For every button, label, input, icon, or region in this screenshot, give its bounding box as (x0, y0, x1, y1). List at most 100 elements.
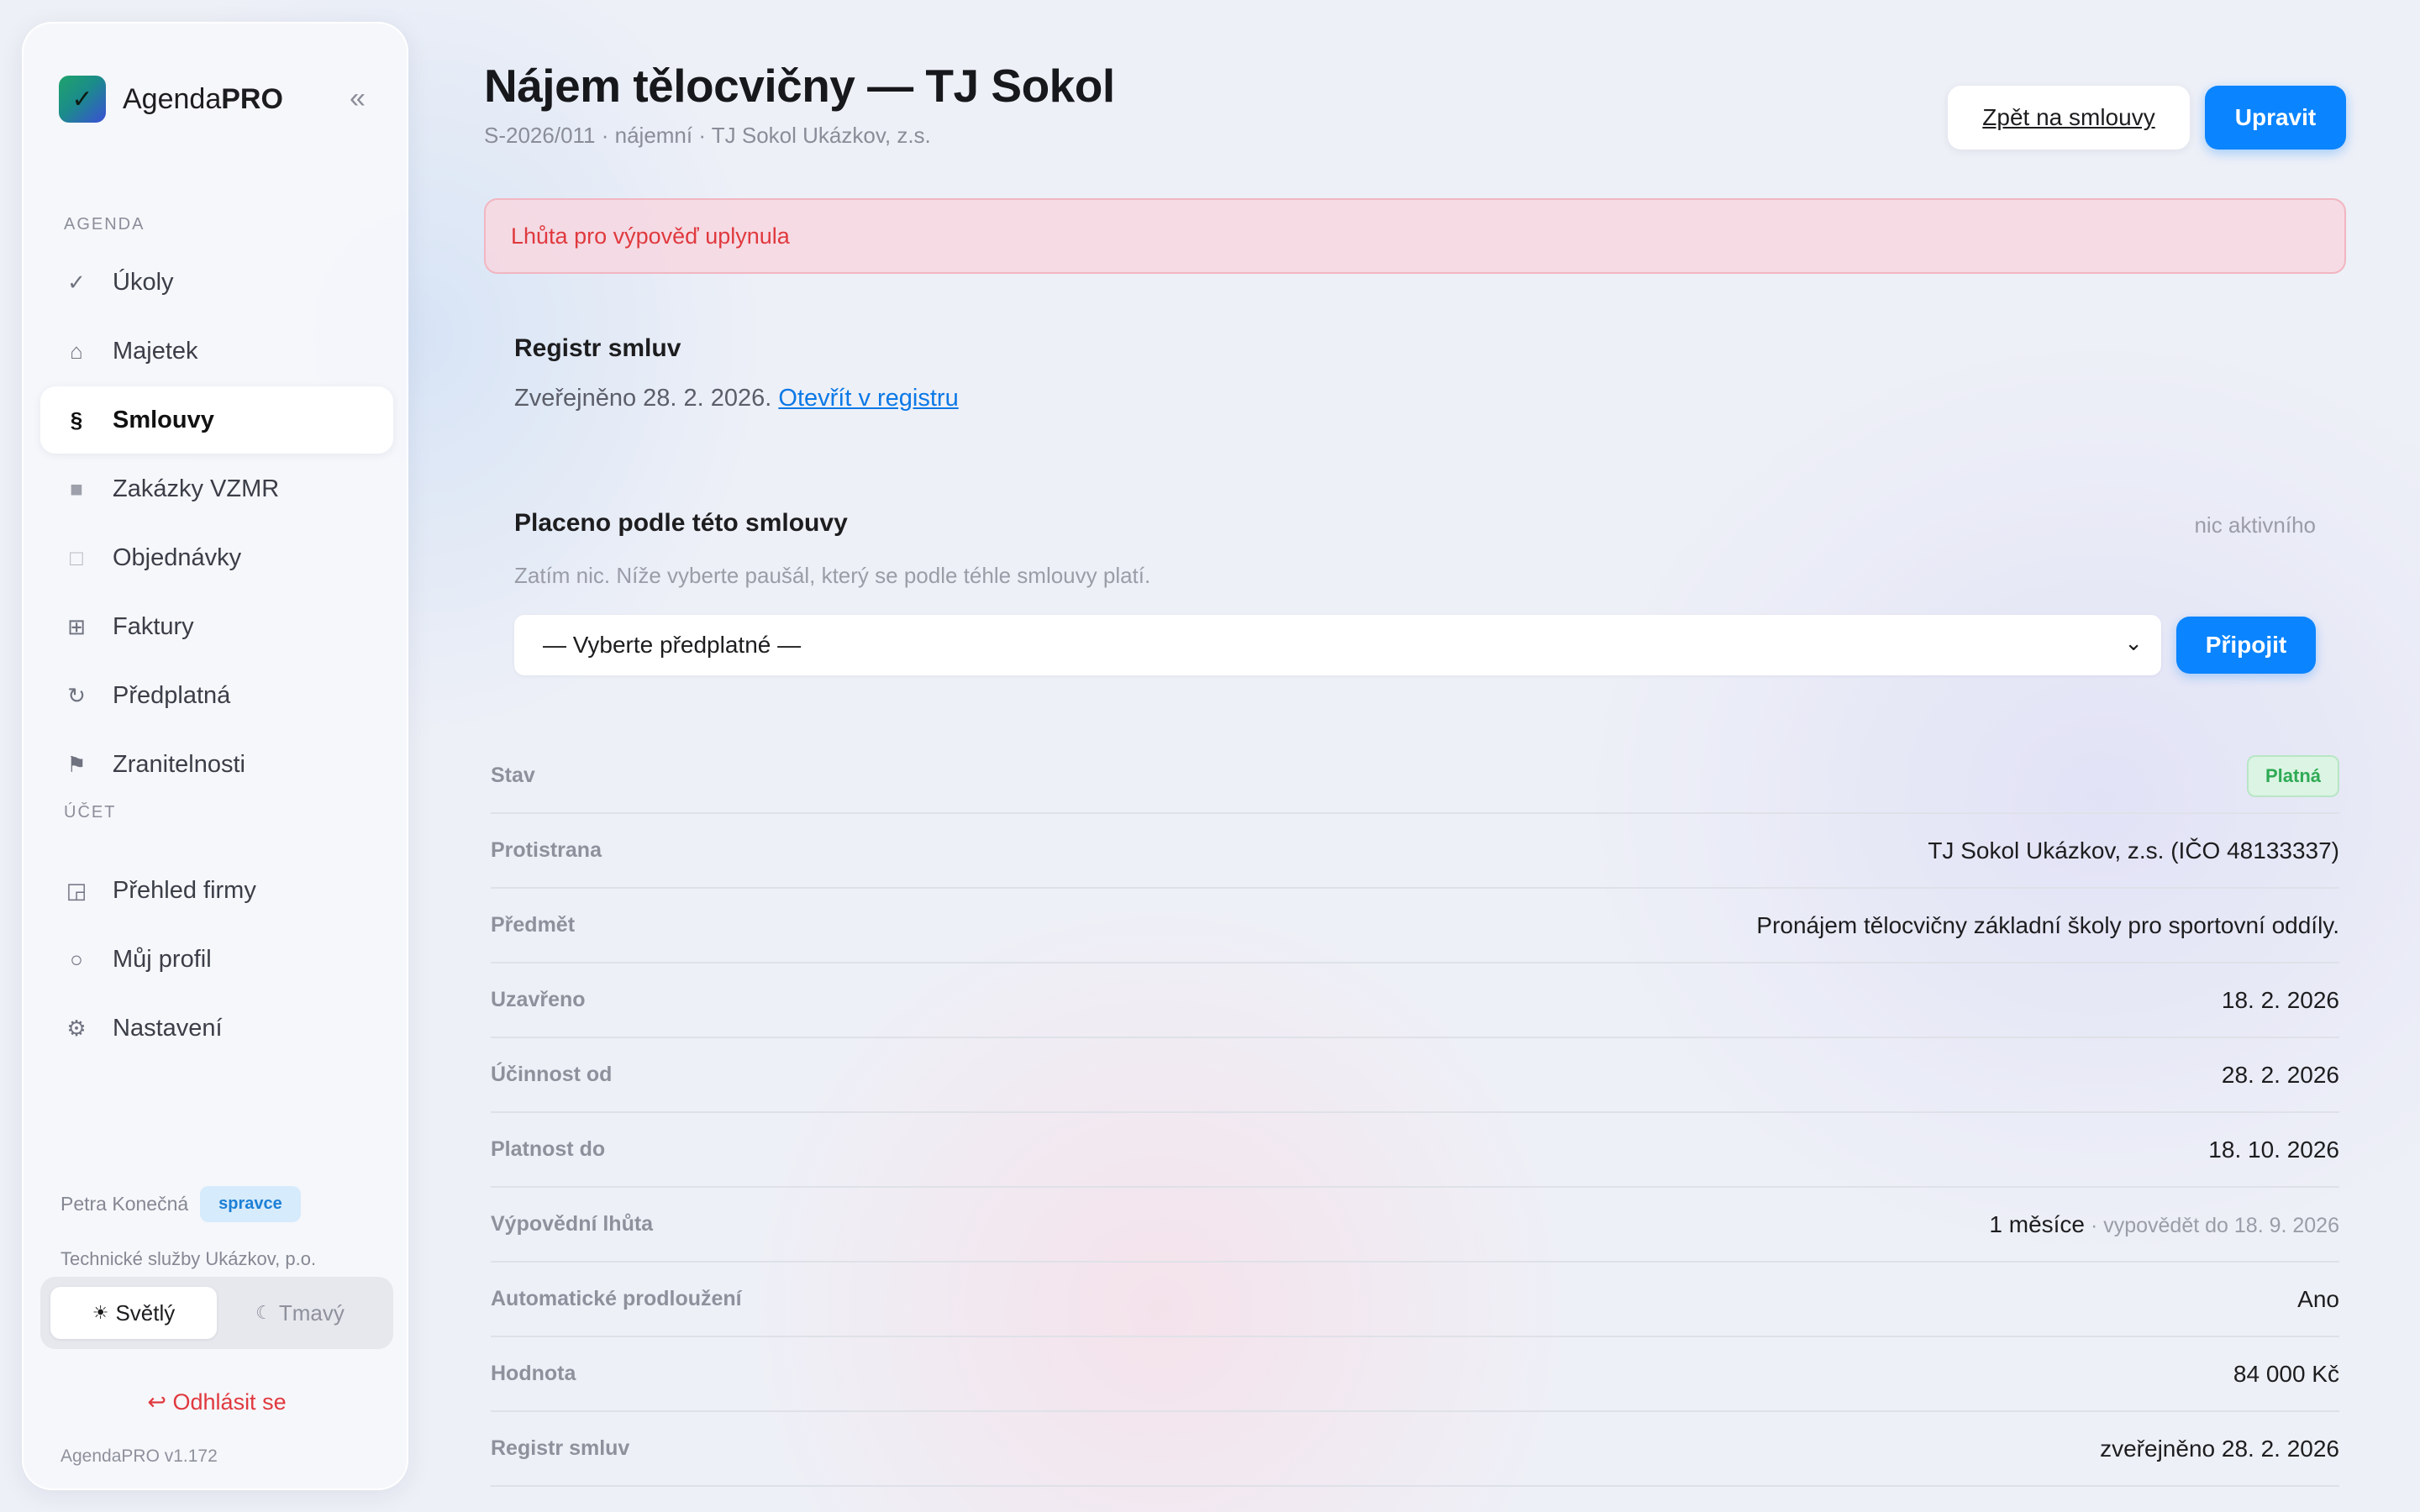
sidebar-item-label: Zakázky VZMR (113, 475, 280, 502)
moon-icon: ☾ (255, 1302, 272, 1323)
status-badge: Platná (2246, 754, 2339, 797)
detail-value-text: TJ Sokol Ukázkov, z.s. (IČO 48133337) (1928, 837, 2339, 864)
detail-label: Protistrana (491, 838, 602, 862)
filled-square-icon: ■ (70, 475, 83, 501)
registry-title: Registr smluv (514, 334, 681, 362)
table-row: Výpovědní lhůta 1 měsíce · vypovědět do 1… (491, 1188, 2339, 1263)
detail-label: Automatické prodloužení (491, 1287, 742, 1310)
theme-toggle: ☀ Světlý ☾ Tmavý (40, 1277, 393, 1349)
section-label-account: ÚČET (64, 803, 117, 822)
detail-label: Výpovědní lhůta (491, 1212, 654, 1236)
square-icon: □ (70, 544, 83, 570)
sidebar-item-prehled-firmy[interactable]: ◲ Přehled firmy (40, 857, 393, 924)
check-icon: ✓ (67, 269, 86, 295)
attach-button[interactable]: Připojit (2176, 617, 2316, 674)
detail-value: 18. 10. 2026 (2208, 1137, 2339, 1163)
detail-value: 1 měsíce · vypovědět do 18. 9. 2026 (1989, 1211, 2339, 1238)
collapse-sidebar-icon[interactable]: « (350, 84, 366, 113)
chevron-down-icon: ⌄ (2124, 630, 2143, 655)
sidebar-item-label: Nastavení (113, 1014, 223, 1042)
brand[interactable]: ✓ AgendaPRO (59, 76, 283, 123)
sidebar-item-muj-profil[interactable]: ○ Můj profil (40, 926, 393, 993)
table-row: Registr smluv zveřejněno 28. 2. 2026 (491, 1412, 2339, 1487)
detail-value: 18. 2. 2026 (2222, 987, 2339, 1014)
detail-value: Pronájem tělocvičny základní školy pro s… (1756, 912, 2339, 939)
theme-light-button[interactable]: ☀ Světlý (50, 1287, 217, 1339)
detail-value: Ano (2297, 1286, 2339, 1313)
sidebar-item-label: Přehled firmy (113, 876, 256, 904)
sidebar-item-ukoly[interactable]: ✓ Úkoly (40, 249, 393, 316)
page-subtitle: S-2026/011 · nájemní · TJ Sokol Ukázkov,… (484, 123, 931, 148)
sidebar-item-label: Můj profil (113, 945, 212, 973)
profile-circle-icon: ○ (70, 946, 83, 972)
detail-value-text: Pronájem tělocvičny základní školy pro s… (1756, 911, 2339, 938)
subscription-select-value: — Vyberte předplatné — (543, 632, 802, 658)
open-in-registry-link[interactable]: Otevřít v registru (778, 385, 958, 412)
home-icon: ⌂ (70, 338, 83, 364)
section-label-agenda: AGENDA (64, 215, 145, 234)
sun-icon: ☀ (92, 1302, 109, 1323)
detail-value-text: 28. 2. 2026 (2221, 1061, 2339, 1088)
sidebar-item-label: Smlouvy (113, 406, 214, 433)
detail-value-text: 18. 2. 2026 (2221, 986, 2339, 1013)
paid-title: Placeno podle této smlouvy (514, 509, 848, 537)
table-row: Uzavřeno 18. 2. 2026 (491, 963, 2339, 1038)
paid-hint: Zatím nic. Níže vyberte paušál, který se… (514, 563, 1151, 588)
sidebar-item-nastaveni[interactable]: ⚙ Nastavení (40, 995, 393, 1062)
sidebar-item-faktury[interactable]: ⊞ Faktury (40, 593, 393, 660)
registry-published-text: Zveřejněno 28. 2. 2026. (514, 385, 772, 412)
detail-label: Platnost do (491, 1137, 606, 1161)
theme-dark-label: Tmavý (278, 1299, 345, 1326)
detail-row-status: Stav Platná (491, 739, 2339, 814)
section-sign-icon: § (70, 407, 83, 433)
table-row: Účinnost od 28. 2. 2026 (491, 1038, 2339, 1113)
sidebar-item-predplatna[interactable]: ↻ Předplatná (40, 662, 393, 729)
gear-icon: ⚙ (66, 1015, 87, 1041)
detail-value-text: Ano (2297, 1285, 2339, 1312)
sidebar-item-smlouvy[interactable]: § Smlouvy (40, 386, 393, 454)
grid-icon: ⊞ (67, 613, 86, 639)
detail-label: Hodnota (491, 1362, 576, 1385)
refresh-icon: ↻ (67, 682, 86, 708)
sidebar-item-label: Zranitelnosti (113, 750, 245, 778)
sidebar: ✓ AgendaPRO « AGENDA ✓ Úkoly ⌂ Majetek §… (22, 22, 408, 1490)
detail-value-text: zveřejněno 28. 2. 2026 (2100, 1435, 2339, 1462)
theme-dark-button[interactable]: ☾ Tmavý (217, 1287, 383, 1339)
detail-label: Registr smluv (491, 1436, 630, 1460)
detail-label: Předmět (491, 913, 576, 937)
sidebar-item-majetek[interactable]: ⌂ Majetek (40, 318, 393, 385)
subscription-select[interactable]: — Vyberte předplatné — ⌄ (514, 615, 2161, 675)
theme-light-label: Světlý (115, 1299, 176, 1326)
table-row: Předmět Pronájem tělocvičny základní škol… (491, 889, 2339, 963)
table-row: Hodnota 84 000 Kč (491, 1337, 2339, 1412)
role-badge: spravce (200, 1186, 301, 1222)
user-info: Petra Konečná spravce (60, 1186, 301, 1222)
detail-value: 84 000 Kč (2233, 1361, 2339, 1388)
detail-value-text: 18. 10. 2026 (2208, 1136, 2339, 1163)
deadline-alert: Lhůta pro výpověď uplynula (484, 198, 2346, 274)
sidebar-item-zranitelnosti[interactable]: ⚑ Zranitelnosti (40, 731, 393, 798)
sidebar-item-label: Úkoly (113, 268, 174, 296)
table-row: Automatické prodloužení Ano (491, 1263, 2339, 1337)
detail-value-text: 84 000 Kč (2233, 1360, 2339, 1387)
dashboard-icon: ◲ (66, 877, 87, 903)
sidebar-item-objednavky[interactable]: □ Objednávky (40, 524, 393, 591)
sidebar-item-zakazky[interactable]: ■ Zakázky VZMR (40, 455, 393, 522)
edit-button[interactable]: Upravit (2205, 86, 2346, 150)
back-to-contracts-button[interactable]: Zpět na smlouvy (1948, 86, 2190, 150)
registry-text: Zveřejněno 28. 2. 2026. Otevřít v regist… (514, 385, 959, 412)
table-row: Protistrana TJ Sokol Ukázkov, z.s. (IČO 4… (491, 814, 2339, 889)
checkmark-logo-icon: ✓ (59, 76, 106, 123)
detail-label: Stav (491, 764, 535, 787)
logout-button[interactable]: ↩ Odhlásit se (24, 1389, 410, 1415)
detail-label: Uzavřeno (491, 988, 586, 1011)
sidebar-item-label: Objednávky (113, 543, 242, 571)
detail-value-note: · vypovědět do 18. 9. 2026 (2085, 1213, 2339, 1237)
flag-icon: ⚑ (66, 751, 87, 777)
app-version: AgendaPRO v1.172 (60, 1446, 218, 1466)
user-name: Petra Konečná (60, 1193, 189, 1215)
paid-state: nic aktivního (2194, 512, 2316, 538)
page-title: Nájem tělocvičny — TJ Sokol (484, 60, 1115, 112)
detail-value-text: 1 měsíce (1989, 1210, 2085, 1237)
organization-name: Technické služby Ukázkov, p.o. (60, 1248, 317, 1269)
